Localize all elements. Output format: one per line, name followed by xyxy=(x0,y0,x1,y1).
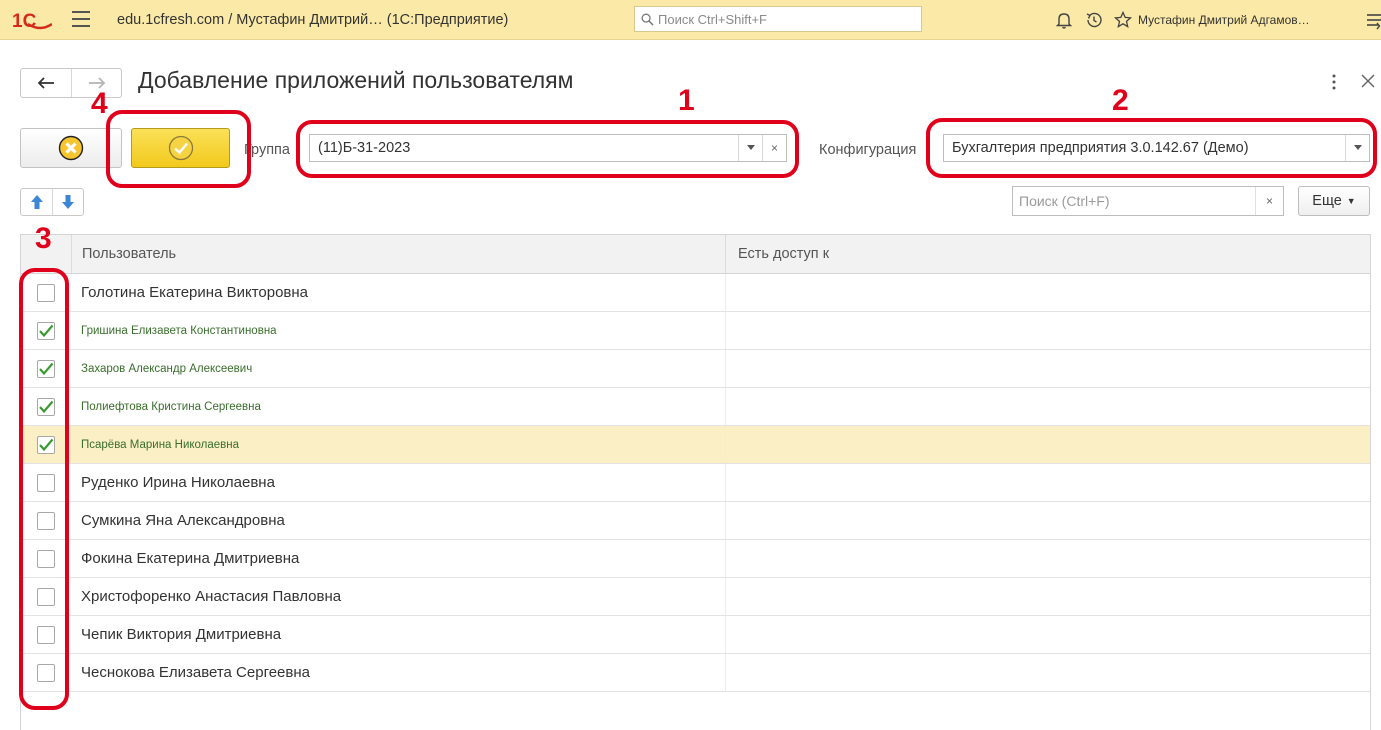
star-icon[interactable] xyxy=(1113,10,1133,30)
current-user[interactable]: Мустафин Дмитрий Адгамов… xyxy=(1138,13,1310,27)
header-access[interactable]: Есть доступ к xyxy=(725,235,1370,273)
row-user-name: Руденко Ирина Николаевна xyxy=(81,474,275,491)
row-user-name: Гришина Елизавета Константиновна xyxy=(81,324,277,337)
list-search-clear-button[interactable]: × xyxy=(1255,187,1283,215)
move-down-button[interactable] xyxy=(52,189,83,215)
row-access xyxy=(725,426,1370,463)
table-row[interactable]: Захаров Александр Алексеевич xyxy=(21,350,1370,388)
more-button[interactable]: Еще ▼ xyxy=(1298,186,1370,216)
table-row[interactable]: Чеснокова Елизавета Сергеевна xyxy=(21,654,1370,692)
row-access xyxy=(725,274,1370,311)
row-user-name: Полиефтова Кристина Сергеевна xyxy=(81,400,261,413)
row-user-name: Чеснокова Елизавета Сергеевна xyxy=(81,664,310,681)
annotation-2: 2 xyxy=(1112,84,1129,117)
users-table: Пользователь Есть доступ к Голотина Екат… xyxy=(20,234,1371,730)
row-access xyxy=(725,312,1370,349)
row-access xyxy=(725,350,1370,387)
row-user-name: Псарёва Марина Николаевна xyxy=(81,438,240,451)
chevron-down-icon: ▼ xyxy=(1346,196,1356,206)
list-search: × xyxy=(1012,186,1284,216)
window-title: edu.1cfresh.com / Мустафин Дмитрий… (1С:… xyxy=(117,12,509,28)
table-row[interactable]: Христофоренко Анастасия Павловна xyxy=(21,578,1370,616)
close-icon[interactable] xyxy=(1359,72,1377,90)
menu-icon[interactable] xyxy=(1364,10,1381,30)
row-access xyxy=(725,578,1370,615)
table-row[interactable]: Чепик Виктория Дмитриевна xyxy=(21,616,1370,654)
configuration-label: Конфигурация xyxy=(819,142,917,158)
annotation-rect-apply xyxy=(106,110,251,188)
annotation-rect-configuration xyxy=(926,118,1377,178)
row-user-name: Христофоренко Анастасия Павловна xyxy=(81,588,342,605)
table-row[interactable]: Гришина Елизавета Константиновна xyxy=(21,312,1370,350)
row-user-name: Голотина Екатерина Викторовна xyxy=(81,284,309,301)
table-row[interactable]: Полиефтова Кристина Сергеевна xyxy=(21,388,1370,426)
table-row[interactable]: Голотина Екатерина Викторовна xyxy=(21,274,1370,312)
more-button-label: Еще xyxy=(1312,193,1342,209)
table-row[interactable]: Сумкина Яна Александровна xyxy=(21,502,1370,540)
more-actions-icon[interactable] xyxy=(1328,72,1340,92)
move-buttons xyxy=(20,188,84,216)
table-row[interactable]: Фокина Екатерина Дмитриевна xyxy=(21,540,1370,578)
global-search-input[interactable]: Поиск Ctrl+Shift+F xyxy=(634,6,922,32)
arrow-down-icon xyxy=(62,195,74,209)
row-access xyxy=(725,464,1370,501)
row-access xyxy=(725,388,1370,425)
cancel-icon xyxy=(58,135,84,161)
annotation-rect-checkboxes xyxy=(19,268,69,710)
row-access xyxy=(725,654,1370,691)
arrow-up-icon xyxy=(30,195,43,209)
back-button[interactable] xyxy=(21,69,71,97)
hamburger-menu-icon[interactable] xyxy=(72,11,90,29)
row-user-name: Фокина Екатерина Дмитриевна xyxy=(81,550,300,567)
table-body: Голотина Екатерина Викторовна Гришина Ели… xyxy=(21,274,1370,692)
global-search-placeholder: Поиск Ctrl+Shift+F xyxy=(658,11,767,27)
annotation-3: 3 xyxy=(35,222,52,255)
arrow-left-icon xyxy=(37,77,54,89)
app-topbar: 1С edu.1cfresh.com / Мустафин Дмитрий… (… xyxy=(0,0,1381,40)
annotation-rect-group xyxy=(296,120,799,178)
table-header: Пользователь Есть доступ к xyxy=(21,234,1370,274)
row-access xyxy=(725,502,1370,539)
history-icon[interactable] xyxy=(1084,10,1104,30)
annotation-1: 1 xyxy=(678,84,695,117)
table-row[interactable]: Псарёва Марина Николаевна xyxy=(21,426,1370,464)
page-title: Добавление приложений пользователям xyxy=(138,67,574,93)
move-up-button[interactable] xyxy=(21,189,52,215)
table-row[interactable]: Руденко Ирина Николаевна xyxy=(21,464,1370,502)
row-access xyxy=(725,540,1370,577)
row-user-name: Сумкина Яна Александровна xyxy=(81,512,285,529)
header-user[interactable]: Пользователь xyxy=(71,235,725,273)
annotation-4: 4 xyxy=(91,87,108,120)
list-search-input[interactable] xyxy=(1013,193,1255,209)
search-icon xyxy=(641,13,654,26)
row-user-name: Захаров Александр Алексеевич xyxy=(81,362,253,375)
row-user-name: Чепик Виктория Дмитриевна xyxy=(81,626,282,643)
logo-1c-icon[interactable]: 1С xyxy=(12,8,52,32)
bell-icon[interactable] xyxy=(1054,10,1074,30)
row-access xyxy=(725,616,1370,653)
logo-text: 1С xyxy=(12,11,37,32)
